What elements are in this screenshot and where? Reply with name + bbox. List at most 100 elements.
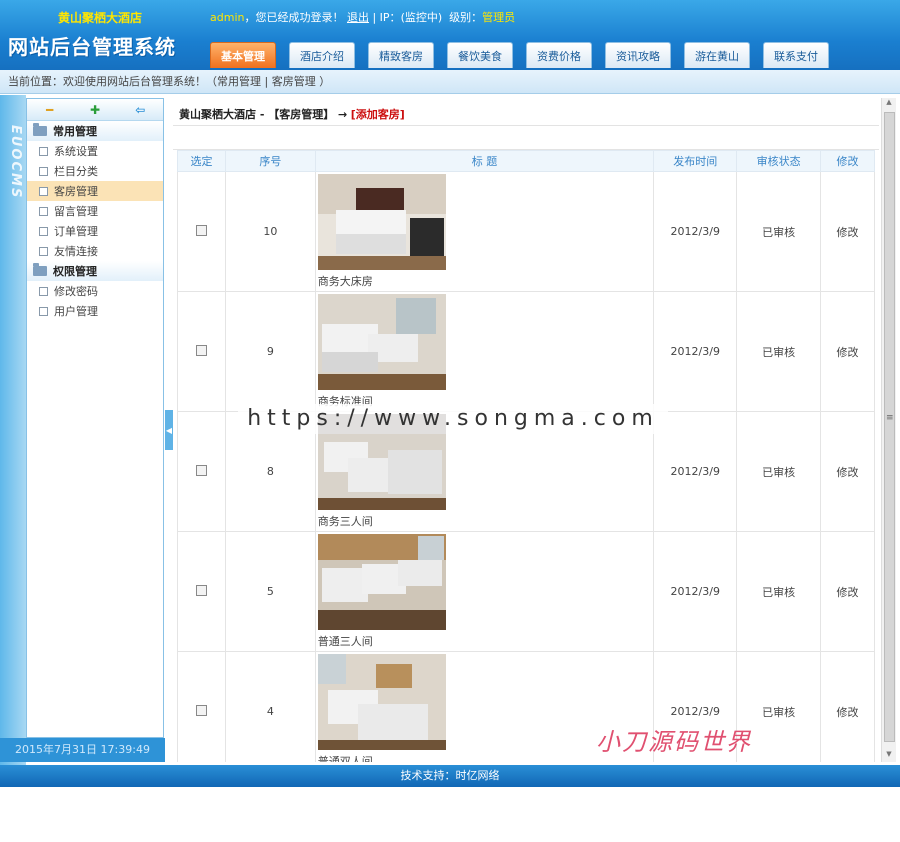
nav-tab-basic[interactable]: 基本管理: [210, 42, 276, 68]
nav-tab-news[interactable]: 资讯攻略: [605, 42, 671, 68]
scroll-down-icon[interactable]: ▼: [882, 750, 896, 762]
document-icon: [39, 286, 48, 296]
back-arrow-icon[interactable]: ⇦: [132, 103, 148, 117]
sidebar-item-rooms[interactable]: 客房管理: [27, 181, 163, 201]
nav-tab-prices[interactable]: 资费价格: [526, 42, 592, 68]
document-icon: [39, 186, 48, 196]
level-value: 管理员: [482, 11, 516, 24]
nav-tab-hotel-intro[interactable]: 酒店介绍: [289, 42, 355, 68]
nav-tab-contact[interactable]: 联系支付: [763, 42, 829, 68]
document-icon: [39, 146, 48, 156]
sidebar-item-orders[interactable]: 订单管理: [27, 221, 163, 241]
room-photo: [317, 294, 446, 390]
row-status: 已审核: [736, 411, 822, 532]
logout-link[interactable]: 退出: [347, 11, 369, 24]
row-edit-link[interactable]: 修改: [820, 291, 875, 412]
document-icon: [39, 246, 48, 256]
rooms-table: 选定 序号 标 题 发布时间 审核状态 修改 10 商务大床房 2012/3/9…: [177, 150, 875, 762]
ip-value: (监控中): [400, 11, 443, 24]
content-header: 黄山聚栖大酒店 - 【客房管理】 → [添加客房]: [173, 98, 879, 126]
watermark-text: https://www.songma.com: [238, 404, 668, 434]
col-title: 标 题: [314, 150, 655, 172]
row-edit-link[interactable]: 修改: [820, 531, 875, 652]
sidebar-item-categories[interactable]: 栏目分类: [27, 161, 163, 181]
breadcrumb: 当前位置：欢迎使用网站后台管理系统！（常用管理 | 客房管理 ）: [0, 70, 900, 94]
col-date: 发布时间: [653, 150, 738, 172]
col-select: 选定: [177, 150, 226, 172]
username: admin: [210, 11, 245, 24]
table-row: 10 商务大床房 2012/3/9 已审核 修改: [177, 171, 875, 292]
table-header-row: 选定 序号 标 题 发布时间 审核状态 修改: [177, 150, 875, 172]
row-status: 已审核: [736, 531, 822, 652]
main-nav: 基本管理 酒店介绍 精致客房 餐饮美食 资费价格 资讯攻略 游在黄山 联系支付: [210, 42, 842, 68]
col-id: 序号: [224, 150, 316, 172]
sidebar-item-system-settings[interactable]: 系统设置: [27, 141, 163, 161]
signature-text: 小刀源码世界: [596, 728, 752, 756]
vertical-brand: EUOCMS: [8, 125, 23, 200]
collapse-all-icon[interactable]: ━: [42, 103, 58, 117]
sidebar-item-users[interactable]: 用户管理: [27, 301, 163, 321]
nav-tab-travel[interactable]: 游在黄山: [684, 42, 750, 68]
content-spacer: [173, 126, 879, 150]
row-checkbox[interactable]: [195, 224, 207, 236]
level-label: 级别：: [449, 11, 483, 24]
row-status: 已审核: [736, 291, 822, 412]
row-status: 已审核: [736, 171, 822, 292]
row-id: 4: [224, 651, 316, 762]
login-message: ，您已经成功登录！: [244, 11, 344, 24]
row-checkbox[interactable]: [195, 704, 207, 716]
row-edit-link[interactable]: 修改: [820, 651, 875, 762]
room-photo: [317, 174, 446, 270]
document-icon: [39, 166, 48, 176]
room-photo: [317, 534, 446, 630]
document-icon: [39, 306, 48, 316]
row-checkbox[interactable]: [195, 464, 207, 476]
sidebar-date: 2015年7月31日 17:39:49: [0, 738, 165, 762]
sidebar-group-common[interactable]: 常用管理: [27, 121, 163, 141]
sidebar-strip: EUOCMS: [0, 95, 26, 765]
nav-tab-rooms[interactable]: 精致客房: [368, 42, 434, 68]
folder-icon: [33, 123, 47, 136]
hotel-name: 黄山聚栖大酒店: [58, 11, 143, 25]
table-row: 4 普通双人间 2012/3/9 已审核 修改: [177, 651, 875, 762]
expand-all-icon[interactable]: ✚: [87, 103, 103, 117]
row-id: 9: [224, 291, 316, 412]
top-header: 黄山聚栖大酒店 admin，您已经成功登录！ 退出 | IP：(监控中) 级别：…: [0, 0, 900, 70]
main-scrollbar[interactable]: ▲ ▼: [881, 98, 896, 762]
row-edit-link[interactable]: 修改: [820, 411, 875, 532]
sidebar: ━ ✚ ⇦ 常用管理 系统设置 栏目分类 客房管理 留言管理 订单管理 友情连接…: [26, 98, 164, 738]
sidebar-item-links[interactable]: 友情连接: [27, 241, 163, 261]
room-title: 商务大床房: [317, 275, 373, 288]
sidebar-group-permissions[interactable]: 权限管理: [27, 261, 163, 281]
folder-icon: [33, 263, 47, 276]
sidebar-toolbar: ━ ✚ ⇦: [27, 99, 163, 121]
document-icon: [39, 206, 48, 216]
scroll-thumb[interactable]: [884, 112, 895, 742]
row-date: 2012/3/9: [653, 171, 738, 292]
ip-label: | IP：: [372, 11, 401, 24]
add-room-link[interactable]: [添加客房]: [351, 108, 405, 121]
row-date: 2012/3/9: [653, 531, 738, 652]
table-row: 9 商务标准间 2012/3/9 已审核 修改: [177, 291, 875, 412]
nav-tab-dining[interactable]: 餐饮美食: [447, 42, 513, 68]
col-status: 审核状态: [736, 150, 822, 172]
room-title: 普通三人间: [317, 635, 373, 648]
row-id: 10: [224, 171, 316, 292]
row-date: 2012/3/9: [653, 291, 738, 412]
document-icon: [39, 226, 48, 236]
row-checkbox[interactable]: [195, 584, 207, 596]
footer: 技术支持：时亿网络: [0, 765, 900, 787]
row-id: 5: [224, 531, 316, 652]
user-bar: admin，您已经成功登录！ 退出 | IP：(监控中) 级别：管理员: [210, 9, 515, 25]
room-photo: [317, 654, 446, 750]
row-edit-link[interactable]: 修改: [820, 171, 875, 292]
scroll-up-icon[interactable]: ▲: [882, 98, 896, 110]
sidebar-item-messages[interactable]: 留言管理: [27, 201, 163, 221]
sidebar-collapse-handle[interactable]: ◀: [165, 410, 173, 450]
table-row: 5 普通三人间 2012/3/9 已审核 修改: [177, 531, 875, 652]
sidebar-item-change-password[interactable]: 修改密码: [27, 281, 163, 301]
col-edit: 修改: [820, 150, 875, 172]
row-checkbox[interactable]: [195, 344, 207, 356]
system-logo: 网站后台管理系统: [8, 35, 176, 59]
content-path: 黄山聚栖大酒店 - 【客房管理】 →: [179, 108, 348, 121]
